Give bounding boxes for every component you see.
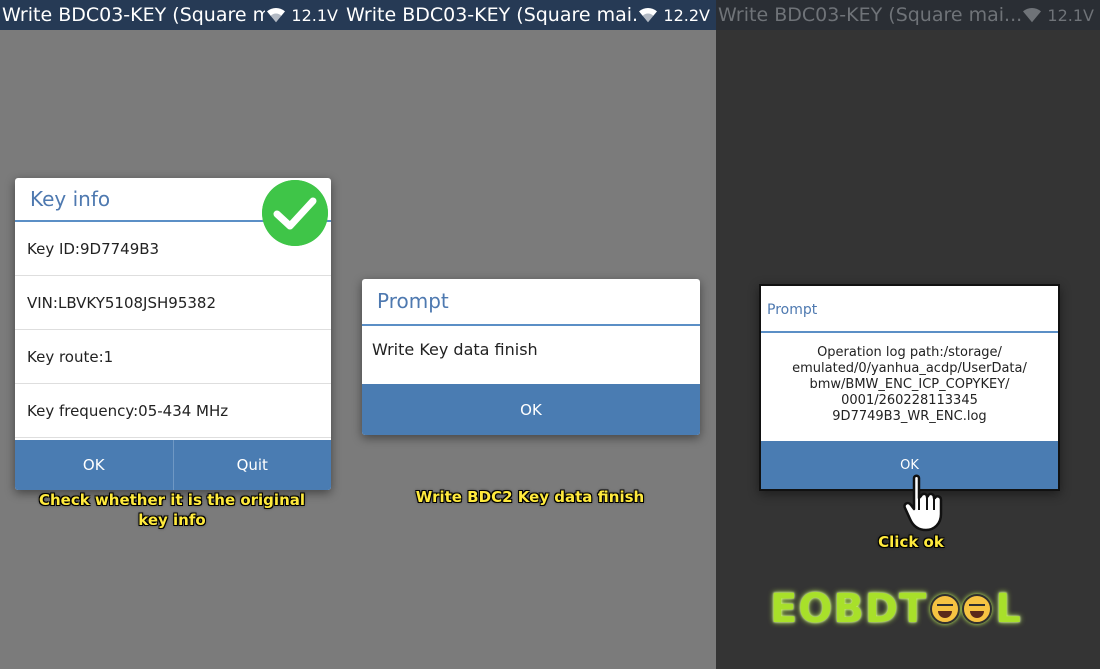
check-badge-icon [262, 180, 328, 246]
eobdtool-logo: EOBDT L [770, 586, 1022, 632]
laughing-emoji-icon [962, 594, 993, 624]
wifi-icon [1023, 7, 1042, 23]
dialog-message: Write Key data finish [372, 340, 538, 359]
app-title: Write BDC03-KEY (Square mai... [718, 4, 1022, 26]
log-path-line: Operation log path:/storage/ [817, 345, 1002, 360]
dialog-title: Prompt [761, 286, 1058, 333]
pointer-hand-icon [903, 474, 943, 532]
quit-button[interactable]: Quit [172, 440, 332, 490]
wifi-icon [639, 7, 658, 23]
screen-key-info: Write BDC03-KEY (Square mai... 12.1V Key… [0, 0, 344, 669]
key-frequency-row: Key frequency:05-434 MHz [15, 384, 331, 438]
screen-operation-log: Write BDC03-KEY (Square mai... 12.1V Pro… [716, 0, 1100, 669]
prompt-dialog: Prompt Write Key data finish OK [362, 279, 700, 435]
screen-write-finish: Write BDC03-KEY (Square mai... 12.2V Pro… [344, 0, 716, 669]
dialog-title: Prompt [362, 279, 700, 326]
logo-text-end: L [995, 586, 1022, 632]
status-bar: Write BDC03-KEY (Square mai... 12.1V [716, 0, 1100, 30]
log-path-line: emulated/0/yanhua_acdp/UserData/ [792, 361, 1027, 376]
dialog-buttons: OK Quit [15, 440, 331, 490]
voltage-readout: 12.1V [1047, 5, 1094, 25]
wifi-icon [267, 7, 286, 23]
vin-row: VIN:LBVKY5108JSH95382 [15, 276, 331, 330]
caption-check-original: Check whether it is the original key inf… [38, 491, 306, 529]
log-path-line: 9D7749B3_WR_ENC.log [832, 409, 987, 424]
caption-click-ok: Click ok [878, 533, 944, 551]
log-path-line: bmw/BMW_ENC_ICP_COPYKEY/ [809, 377, 1010, 392]
ok-button[interactable]: OK [362, 384, 700, 435]
ok-button[interactable]: OK [15, 440, 173, 490]
status-bar: Write BDC03-KEY (Square mai... 12.2V [344, 0, 716, 30]
app-title: Write BDC03-KEY (Square mai... [2, 4, 266, 26]
voltage-readout: 12.1V [291, 5, 338, 25]
voltage-readout: 12.2V [663, 5, 710, 25]
app-title: Write BDC03-KEY (Square mai... [346, 4, 638, 26]
log-path-line: 0001/260228113345 [841, 393, 978, 408]
prompt-dialog: Prompt Operation log path:/storage/ emul… [759, 284, 1060, 491]
dialog-buttons: OK [362, 384, 700, 435]
caption-write-finish: Write BDC2 Key data finish [415, 488, 645, 506]
status-bar: Write BDC03-KEY (Square mai... 12.1V [0, 0, 344, 30]
logo-text-start: EOBDT [770, 586, 928, 632]
key-route-row: Key route:1 [15, 330, 331, 384]
laughing-emoji-icon [930, 594, 961, 624]
dialog-message: Operation log path:/storage/ emulated/0/… [761, 333, 1058, 441]
